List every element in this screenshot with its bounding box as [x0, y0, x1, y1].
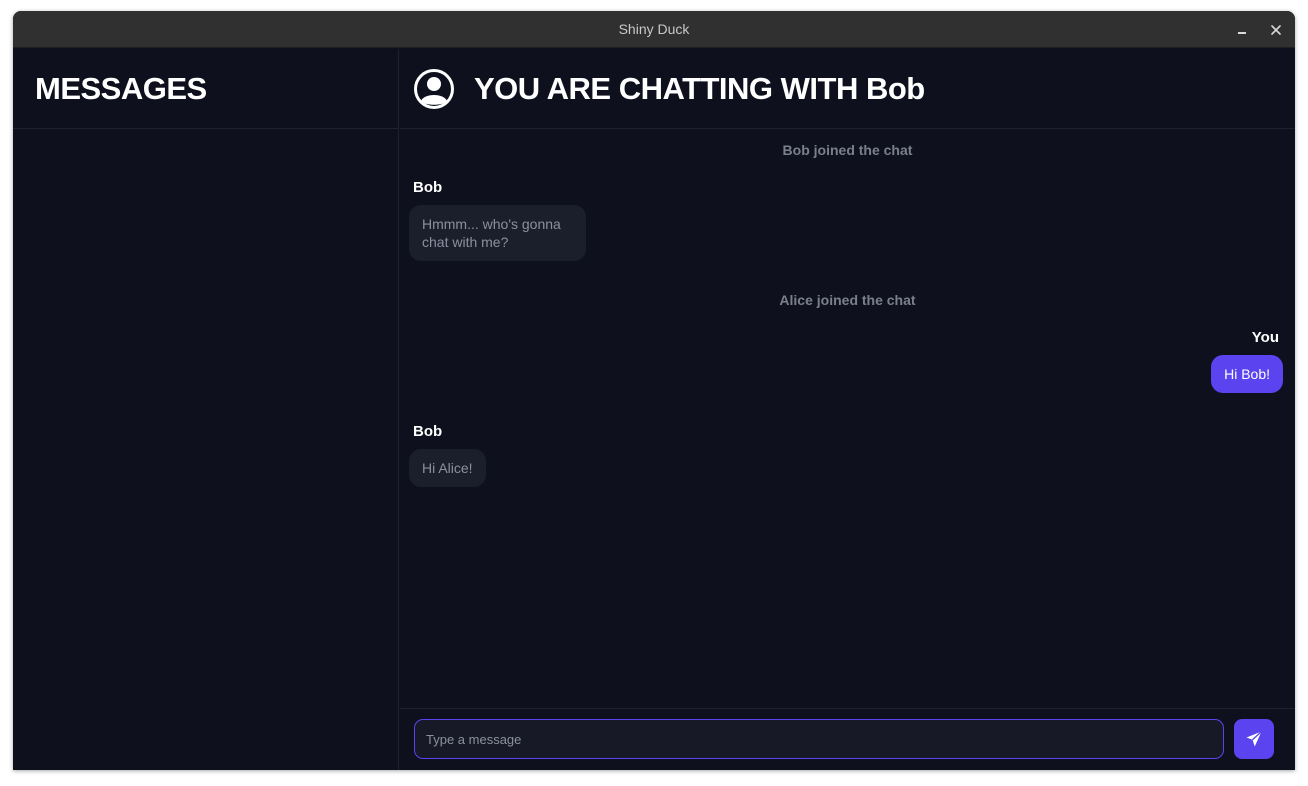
incoming-message-bubble: Hmmm... who's gonna chat with me?: [409, 205, 586, 261]
sidebar-header: MESSAGES: [13, 49, 398, 129]
sidebar: MESSAGES: [13, 49, 399, 770]
sidebar-title: MESSAGES: [35, 70, 207, 106]
message-sender: Bob: [413, 423, 443, 440]
message-sender: Bob: [413, 179, 443, 196]
system-message: Bob joined the chat: [782, 142, 913, 158]
chat-title: YOU ARE CHATTING WITH Bob: [474, 70, 925, 106]
chat-panel: YOU ARE CHATTING WITH Bob Bob joined the…: [400, 49, 1295, 770]
minimize-button[interactable]: [1231, 19, 1253, 41]
outgoing-message-bubble: Hi Bob!: [1211, 355, 1283, 393]
app-window: Shiny Duck MESSAGES YOU ARE CHATTING WIT…: [13, 11, 1295, 770]
system-message: Alice joined the chat: [779, 292, 916, 308]
user-avatar-icon: [414, 68, 454, 109]
message-sender: You: [1251, 329, 1279, 346]
message-list: Bob joined the chat Bob Hmmm... who's go…: [400, 129, 1295, 709]
message-input[interactable]: [414, 719, 1224, 759]
window-title: Shiny Duck: [618, 21, 690, 37]
close-icon: [1271, 25, 1281, 35]
close-button[interactable]: [1265, 19, 1287, 41]
message-text: chat with me?: [422, 234, 509, 250]
message-text: Hmmm... who's gonna: [422, 216, 561, 232]
chat-header: YOU ARE CHATTING WITH Bob: [400, 49, 1295, 129]
incoming-message-bubble: Hi Alice!: [409, 449, 486, 487]
minimize-icon: [1238, 32, 1246, 34]
send-icon: [1246, 731, 1262, 747]
title-bar: Shiny Duck: [13, 11, 1295, 48]
send-button[interactable]: [1234, 719, 1274, 759]
message-composer: [400, 708, 1295, 770]
